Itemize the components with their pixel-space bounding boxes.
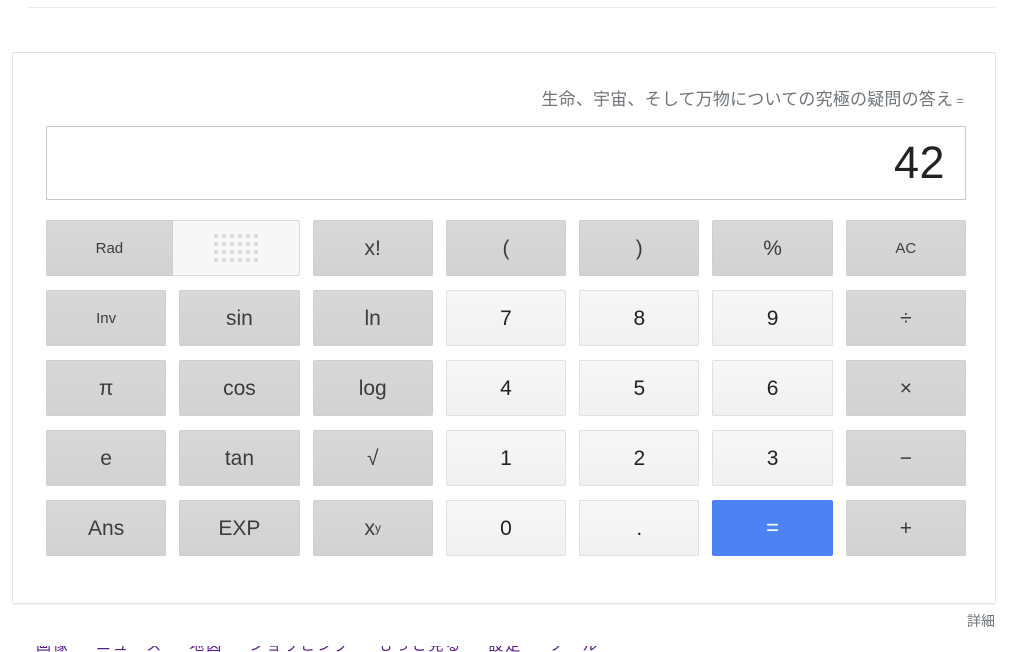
key-label: √ (366, 446, 379, 470)
key-exponent[interactable]: EXP (179, 500, 300, 556)
key-label: ÷ (900, 306, 912, 330)
key-label: % (763, 236, 782, 260)
key-percent[interactable]: % (712, 220, 833, 276)
angle-mode-toggle: Rad (46, 220, 300, 276)
key-power[interactable]: xy (312, 500, 433, 556)
key-label: + (899, 516, 912, 540)
key-label: ( (502, 236, 510, 260)
expression-text: 生命、宇宙、そして万物についての究極の疑問の答え (541, 90, 954, 109)
expression-equals-sign: = (956, 93, 964, 108)
page-root: 生命、宇宙、そして万物についての究極の疑問の答え = 42 Rad x! ()… (0, 0, 1024, 652)
footer-link[interactable]: ツール (548, 646, 599, 652)
key-label: x (364, 516, 375, 540)
key-subtract[interactable]: − (845, 430, 966, 486)
toggle-rad-label: Rad (95, 239, 124, 257)
key-label: tan (224, 446, 255, 470)
key-label: 8 (633, 306, 646, 330)
key-log[interactable]: log (312, 360, 433, 416)
key-answer[interactable]: Ans (46, 500, 167, 556)
key-digit-2[interactable]: 2 (579, 430, 700, 486)
key-label: 3 (766, 446, 779, 470)
key-natural-log[interactable]: ln (312, 290, 433, 346)
key-digit-3[interactable]: 3 (712, 430, 833, 486)
top-divider (28, 7, 995, 8)
key-close-paren[interactable]: ) (579, 220, 700, 276)
key-sin[interactable]: sin (179, 290, 300, 346)
footer-link[interactable]: 地図 (189, 646, 223, 652)
key-decimal-point[interactable]: . (579, 500, 700, 556)
key-tan[interactable]: tan (179, 430, 300, 486)
key-label: 6 (766, 376, 779, 400)
key-multiply[interactable]: × (845, 360, 966, 416)
key-digit-5[interactable]: 5 (579, 360, 700, 416)
key-label: cos (223, 376, 256, 400)
key-label: e (100, 446, 112, 470)
key-label: 5 (633, 376, 646, 400)
details-link[interactable]: 詳細 (967, 612, 995, 630)
key-divide[interactable]: ÷ (845, 290, 966, 346)
key-digit-4[interactable]: 4 (445, 360, 567, 416)
key-cos[interactable]: cos (179, 360, 300, 416)
clipped-footer: 画像 ニュース 地図 ショッピング もっと見る 設定 ツール (0, 646, 1024, 652)
toggle-keypad-button[interactable] (172, 220, 300, 276)
key-label: π (98, 376, 114, 400)
key-label: 1 (500, 446, 512, 470)
key-pi[interactable]: π (46, 360, 167, 416)
key-label: − (899, 446, 912, 470)
key-inverse[interactable]: Inv (46, 290, 167, 346)
key-factorial[interactable]: x! (312, 220, 433, 276)
key-label: . (636, 516, 643, 540)
key-add[interactable]: + (845, 500, 966, 556)
key-label: Inv (96, 309, 117, 327)
key-label: sin (225, 306, 253, 330)
footer-link[interactable]: もっと見る (377, 646, 462, 652)
footer-link[interactable]: ショッピング (249, 646, 351, 652)
key-square-root[interactable]: √ (312, 430, 433, 486)
key-all-clear[interactable]: AC (845, 220, 966, 276)
footer-link[interactable]: 画像 (36, 646, 70, 652)
key-label: ln (364, 306, 381, 330)
footer-links[interactable]: 画像 ニュース 地図 ショッピング もっと見る 設定 ツール (36, 646, 1024, 652)
key-open-paren[interactable]: ( (445, 220, 567, 276)
expression-label: 生命、宇宙、そして万物についての究極の疑問の答え = (541, 89, 964, 112)
calculator-card: 生命、宇宙、そして万物についての究極の疑問の答え = 42 Rad x! ()… (12, 52, 996, 604)
key-digit-1[interactable]: 1 (445, 430, 567, 486)
calculator-keypad: Rad x! ()% AC Inv sin ln 7 8 9 ÷ π cos log 4 5 6 × e tan √ 1… (46, 220, 966, 556)
key-digit-9[interactable]: 9 (712, 290, 833, 346)
key-label: 7 (500, 306, 512, 330)
key-label: 9 (766, 306, 779, 330)
key-euler-number[interactable]: e (46, 430, 167, 486)
key-label: 2 (633, 446, 646, 470)
key-label: × (899, 376, 912, 400)
key-label: AC (895, 239, 917, 257)
key-digit-0[interactable]: 0 (445, 500, 567, 556)
footer-link[interactable]: 設定 (488, 646, 522, 652)
key-label: log (358, 376, 387, 400)
toggle-rad-button[interactable]: Rad (46, 220, 173, 276)
key-digit-6[interactable]: 6 (712, 360, 833, 416)
display-value: 42 (893, 137, 945, 188)
key-label: 4 (500, 376, 512, 400)
key-digit-7[interactable]: 7 (445, 290, 567, 346)
key-label: = (766, 515, 779, 540)
key-equals[interactable]: = (712, 500, 833, 556)
key-label: 0 (500, 516, 512, 540)
key-label: EXP (218, 516, 261, 540)
key-digit-8[interactable]: 8 (579, 290, 700, 346)
calculator-display[interactable]: 42 (46, 126, 966, 200)
key-label: x! (364, 236, 381, 260)
key-label: ) (635, 236, 643, 260)
key-label: Ans (88, 516, 125, 540)
keypad-grid-icon (213, 234, 258, 262)
footer-link[interactable]: ニュース (96, 646, 163, 652)
